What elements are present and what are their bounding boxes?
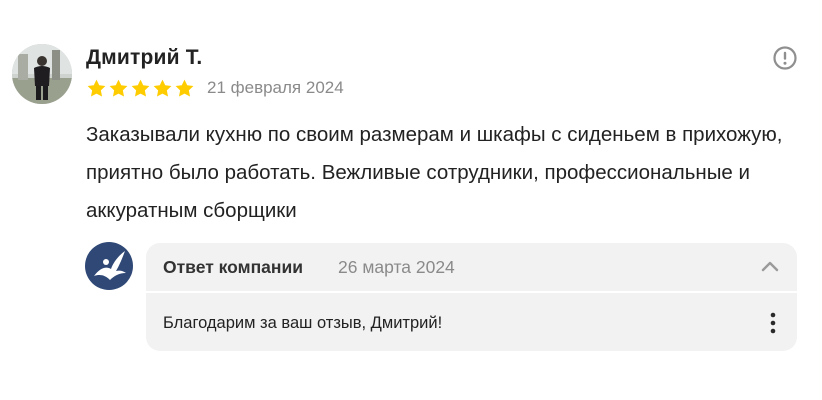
review-card: Дмитрий Т. 21 февраля 2024 Заказывали ку… [0, 0, 822, 400]
exclamation-circle-icon[interactable] [772, 45, 798, 71]
reply-body: Благодарим за ваш отзыв, Дмитрий! [146, 293, 797, 351]
star-icon [175, 79, 194, 97]
avatar-photo [12, 44, 72, 104]
review-date: 21 февраля 2024 [207, 78, 344, 97]
author-name[interactable]: Дмитрий Т. [86, 46, 202, 70]
reply-text: Благодарим за ваш отзыв, Дмитрий! [163, 314, 443, 332]
rating-row: 21 февраля 2024 [86, 77, 344, 99]
reply-date: 26 марта 2024 [338, 257, 455, 277]
star-icon [153, 79, 172, 97]
reply-title: Ответ компании [163, 257, 303, 277]
review-text: Заказывали кухню по своим размерам и шка… [86, 123, 783, 222]
author-avatar[interactable] [12, 44, 72, 104]
star-icon [131, 79, 150, 97]
company-reply: Ответ компании 26 марта 2024 Благодарим … [146, 243, 797, 351]
chevron-up-icon[interactable] [760, 258, 780, 274]
star-icon [109, 79, 128, 97]
star-rating [86, 78, 195, 99]
company-logo [85, 242, 133, 290]
more-vertical-icon[interactable] [762, 309, 784, 337]
star-icon [87, 79, 106, 97]
bird-logo-icon [94, 251, 126, 280]
reply-header[interactable]: Ответ компании 26 марта 2024 [146, 243, 797, 291]
